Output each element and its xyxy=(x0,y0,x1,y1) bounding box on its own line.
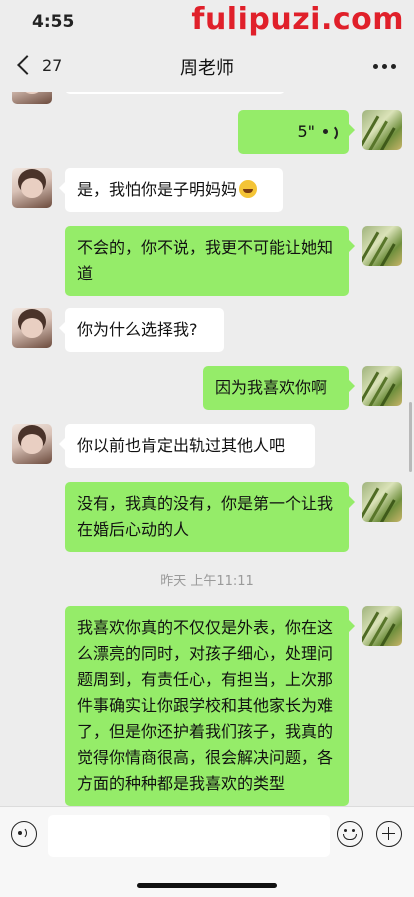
voice-wave-icon xyxy=(323,124,338,142)
message-input[interactable] xyxy=(48,815,330,857)
message-text: 不会的，你不说，我更不可能让她知道 xyxy=(77,238,334,283)
self-avatar[interactable] xyxy=(362,366,402,406)
message-text: 因为我喜欢你啊 xyxy=(215,378,328,397)
contact-avatar[interactable] xyxy=(12,92,52,104)
chat-area[interactable]: 5" 是，我怕你是子明妈妈 不会的，你不说，我更不可能让她知道 你为什么选择我?… xyxy=(0,92,414,806)
self-avatar[interactable] xyxy=(362,606,402,646)
message-text: 我喜欢你真的不仅仅是外表，你在这么漂亮的同时，对孩子细心，处理问题周到，有责任心… xyxy=(77,618,334,793)
contact-avatar[interactable] xyxy=(12,424,52,464)
message-bubble-received[interactable]: 你为什么选择我? xyxy=(59,308,224,352)
home-indicator xyxy=(137,883,277,888)
message-bubble-received[interactable]: 是，我怕你是子明妈妈 xyxy=(59,168,283,212)
voice-input-icon[interactable] xyxy=(11,821,37,847)
message-timestamp: 昨天 上午11:11 xyxy=(160,574,254,589)
contact-avatar[interactable] xyxy=(12,308,52,348)
nav-bar: 27 周老师 xyxy=(0,40,414,92)
status-time: 4:55 xyxy=(32,12,75,32)
watermark: fulipuzi.com xyxy=(191,2,404,37)
message-bubble-sent[interactable]: 不会的，你不说，我更不可能让她知道 xyxy=(65,226,355,296)
message-bubble-sent[interactable]: 因为我喜欢你啊 xyxy=(203,366,355,410)
message-text: 你以前也肯定出轨过其他人吧 xyxy=(77,436,286,455)
message-bubble-sent[interactable]: 没有，我真的没有，你是第一个让我在婚后心动的人 xyxy=(65,482,355,552)
plus-icon[interactable] xyxy=(376,821,402,847)
self-avatar[interactable] xyxy=(362,110,402,150)
contact-avatar[interactable] xyxy=(12,168,52,208)
laugh-emoji-icon xyxy=(239,180,258,198)
voice-duration: 5" xyxy=(297,122,315,141)
chat-title: 周老师 xyxy=(180,58,234,79)
message-bubble-received[interactable]: 你以前也肯定出轨过其他人吧 xyxy=(59,424,315,468)
status-bar: 4:55 fulipuzi.com xyxy=(0,0,414,40)
message-text: 是，我怕你是子明妈妈 xyxy=(77,180,238,199)
message-bubble-partial xyxy=(65,92,285,94)
voice-message-bubble[interactable]: 5" xyxy=(238,110,355,154)
input-bar xyxy=(0,806,414,897)
emoji-icon[interactable] xyxy=(337,821,363,847)
message-text: 你为什么选择我? xyxy=(77,320,198,339)
self-avatar[interactable] xyxy=(362,482,402,522)
more-dots-icon[interactable] xyxy=(373,64,396,69)
scrollbar-thumb[interactable] xyxy=(409,402,412,472)
self-avatar[interactable] xyxy=(362,226,402,266)
message-text: 没有，我真的没有，你是第一个让我在婚后心动的人 xyxy=(77,494,334,539)
message-bubble-sent[interactable]: 我喜欢你真的不仅仅是外表，你在这么漂亮的同时，对孩子细心，处理问题周到，有责任心… xyxy=(65,606,355,806)
